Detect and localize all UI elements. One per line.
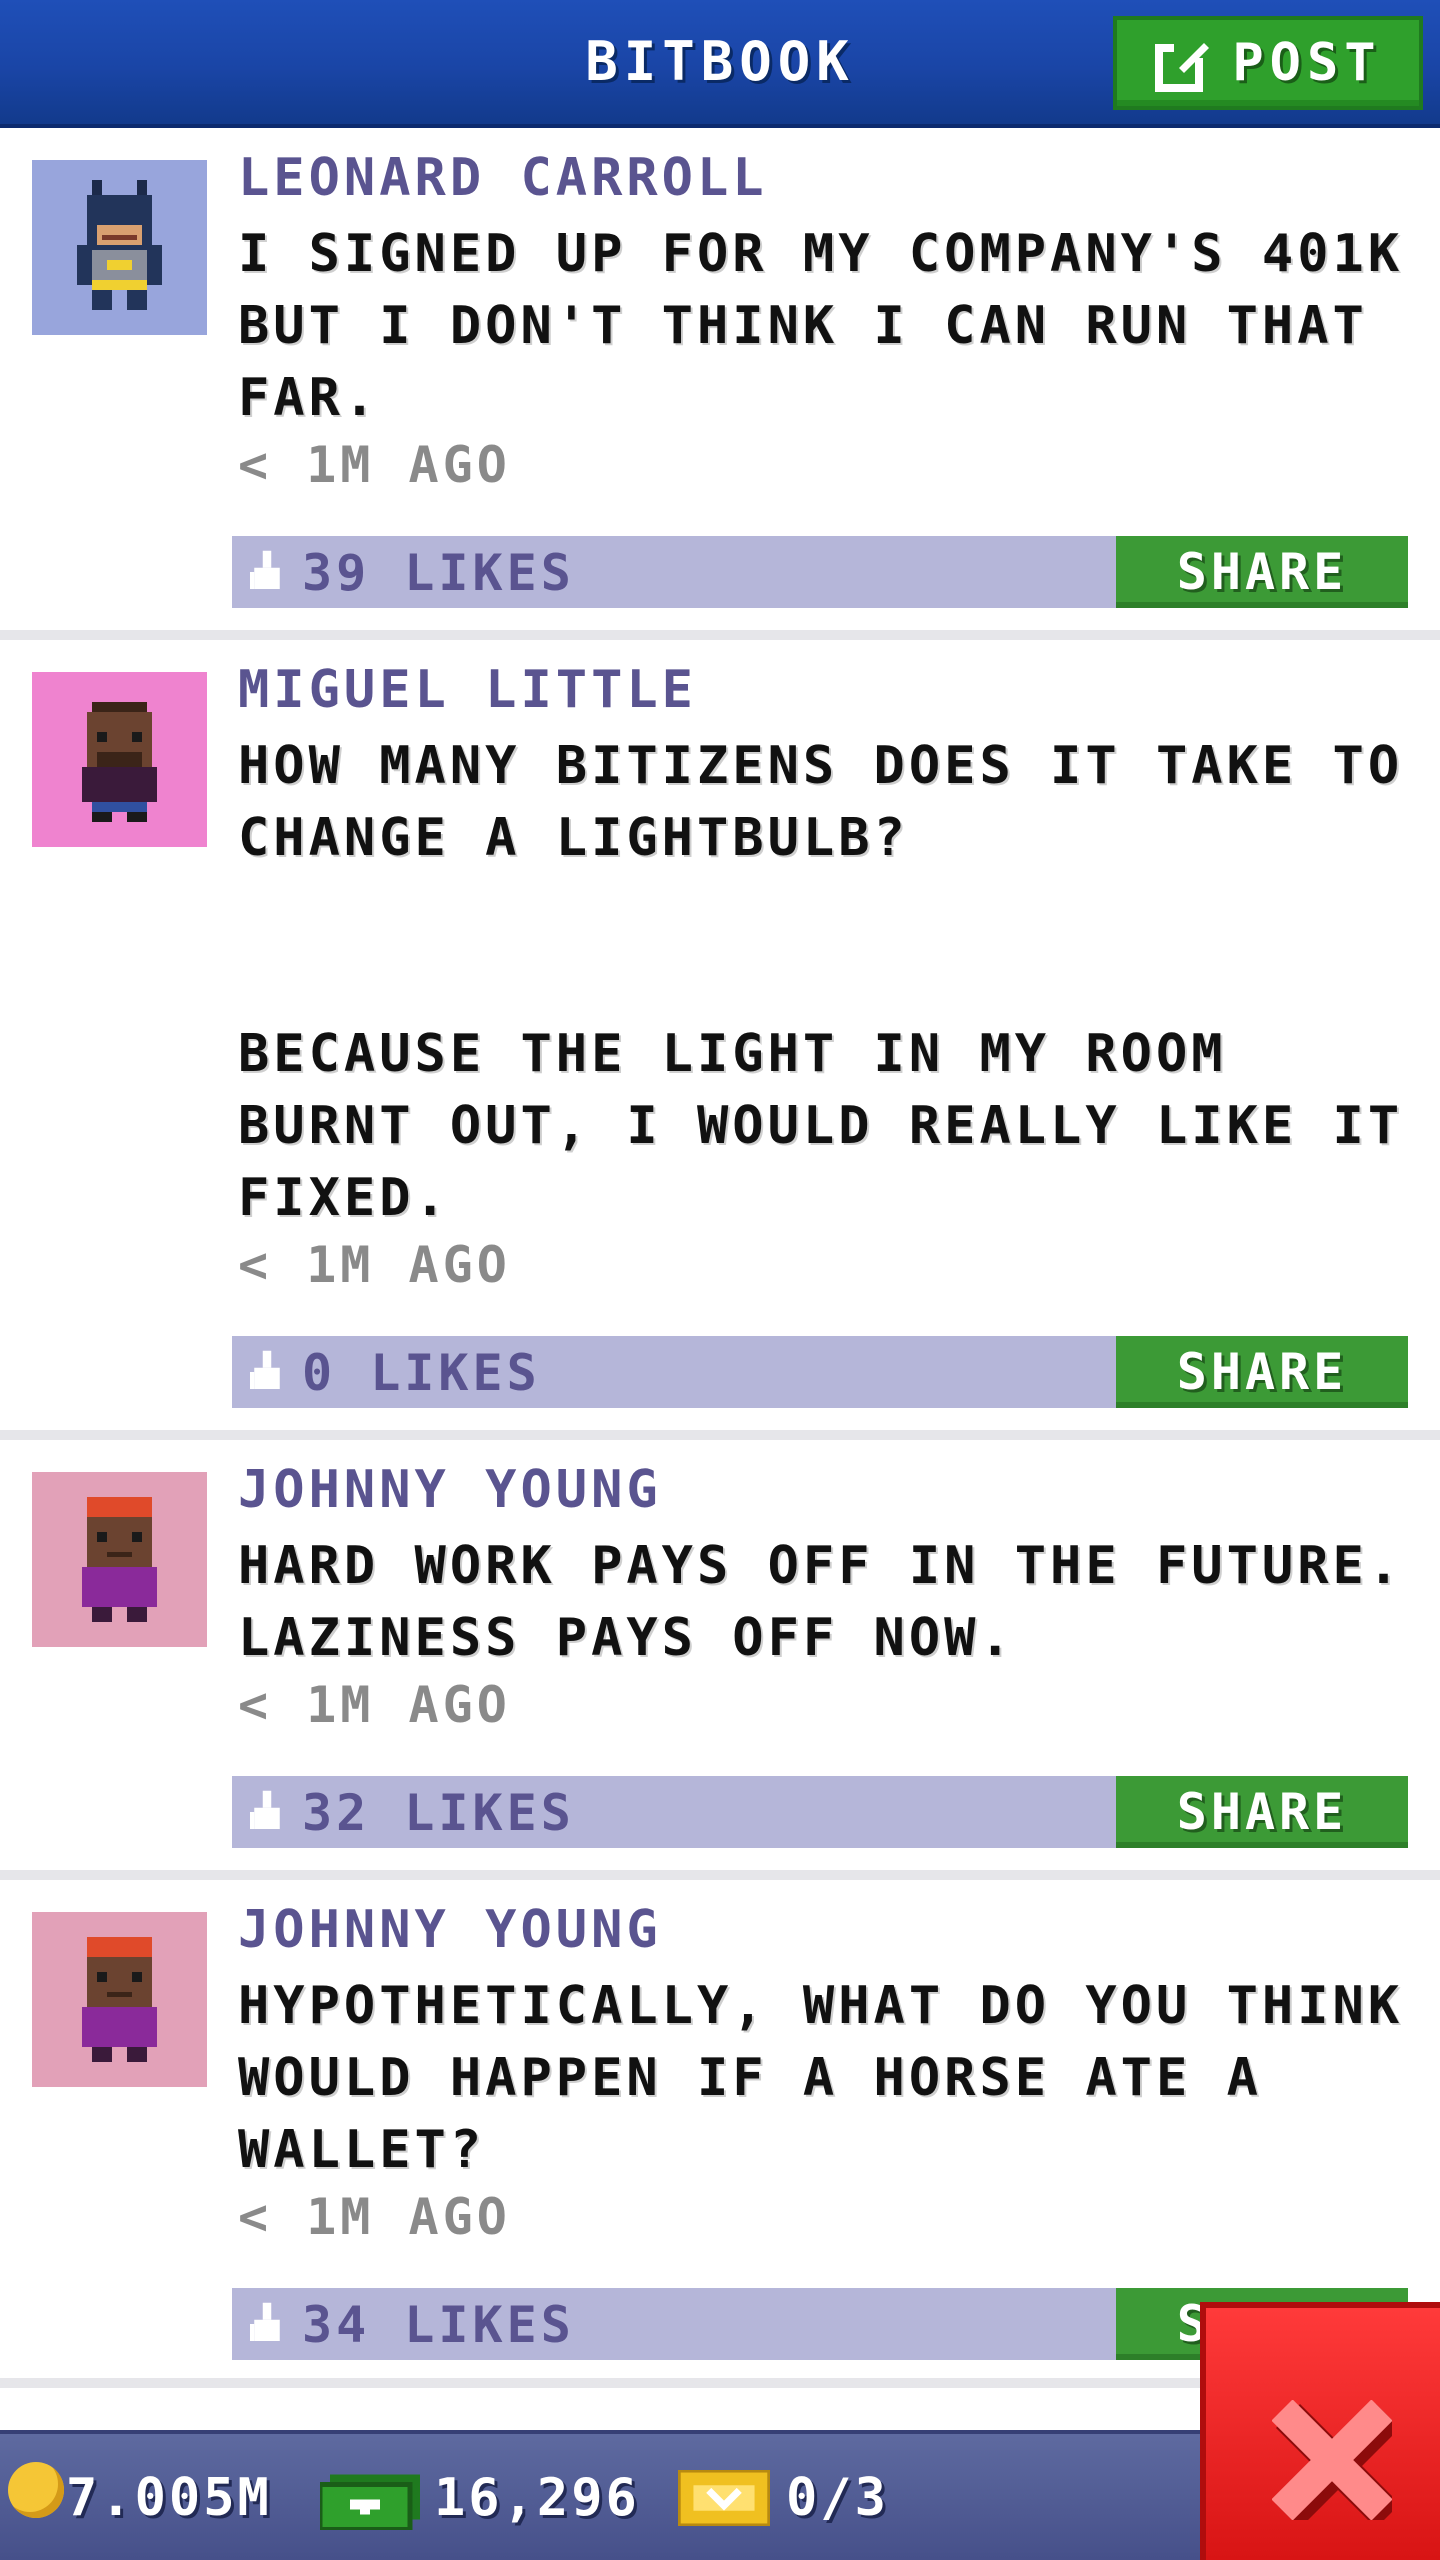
- share-button[interactable]: SHARE: [1116, 536, 1408, 608]
- avatar[interactable]: [32, 1472, 207, 1647]
- bux-icon: [320, 2474, 420, 2530]
- post-divider: [0, 630, 1440, 640]
- post-author[interactable]: JOHNNY YOUNG: [238, 1900, 662, 1960]
- edit-icon: [1154, 33, 1214, 93]
- post-text: I SIGNED UP FOR MY COMPANY'S 401K BUT I …: [238, 224, 1404, 428]
- avatar[interactable]: [32, 1912, 207, 2087]
- likes-count: 39 LIKES: [302, 544, 575, 602]
- post-time: < 1M AGO: [238, 2188, 511, 2246]
- post-time: < 1M AGO: [238, 1676, 511, 1734]
- close-button[interactable]: [1200, 2302, 1440, 2560]
- coin-icon: [8, 2462, 64, 2518]
- post-author[interactable]: MIGUEL LITTLE: [238, 660, 697, 720]
- ticket-icon: [678, 2470, 770, 2526]
- tickets-count: 0/3: [786, 2468, 889, 2528]
- post-author[interactable]: JOHNNY YOUNG: [238, 1460, 662, 1520]
- thumbs-up-icon: [250, 1350, 280, 1389]
- close-icon: [1272, 2400, 1392, 2520]
- post-divider: [0, 1870, 1440, 1880]
- post-divider: [0, 1430, 1440, 1440]
- avatar[interactable]: [32, 672, 207, 847]
- feed-post: MIGUEL LITTLE HOW MANY BITIZENS DOES IT …: [0, 640, 1440, 1428]
- feed-post: JOHNNY YOUNG HARD WORK PAYS OFF IN THE F…: [0, 1440, 1440, 1870]
- likes-count: 0 LIKES: [302, 1344, 541, 1402]
- thumbs-up-icon: [250, 2302, 280, 2341]
- thumbs-up-icon: [250, 550, 280, 589]
- post-text: HARD WORK PAYS OFF IN THE FUTURE. LAZINE…: [238, 1536, 1404, 1668]
- avatar[interactable]: [32, 160, 207, 335]
- coins-count: 7.005M: [66, 2468, 272, 2528]
- likes-bar[interactable]: 0 LIKES SHARE: [232, 1336, 1408, 1408]
- likes-count: 32 LIKES: [302, 1784, 575, 1842]
- feed-post: LEONARD CARROLL I SIGNED UP FOR MY COMPA…: [0, 128, 1440, 628]
- post-button-label: POST: [1232, 33, 1382, 93]
- post-button[interactable]: POST: [1113, 16, 1423, 110]
- likes-bar[interactable]: 39 LIKES SHARE: [232, 536, 1408, 608]
- likes-count: 34 LIKES: [302, 2296, 575, 2354]
- post-author[interactable]: LEONARD CARROLL: [238, 148, 768, 208]
- likes-bar[interactable]: 32 LIKES SHARE: [232, 1776, 1408, 1848]
- app-header: BITBOOK POST: [0, 0, 1440, 128]
- share-button[interactable]: SHARE: [1116, 1776, 1408, 1848]
- post-text: HOW MANY BITIZENS DOES IT TAKE TO CHANGE…: [238, 736, 1404, 1228]
- share-button[interactable]: SHARE: [1116, 1336, 1408, 1408]
- post-text: HYPOTHETICALLY, WHAT DO YOU THINK WOULD …: [238, 1976, 1404, 2180]
- post-time: < 1M AGO: [238, 1236, 511, 1294]
- thumbs-up-icon: [250, 1790, 280, 1829]
- post-time: < 1M AGO: [238, 436, 511, 494]
- bux-count: 16,296: [434, 2468, 640, 2528]
